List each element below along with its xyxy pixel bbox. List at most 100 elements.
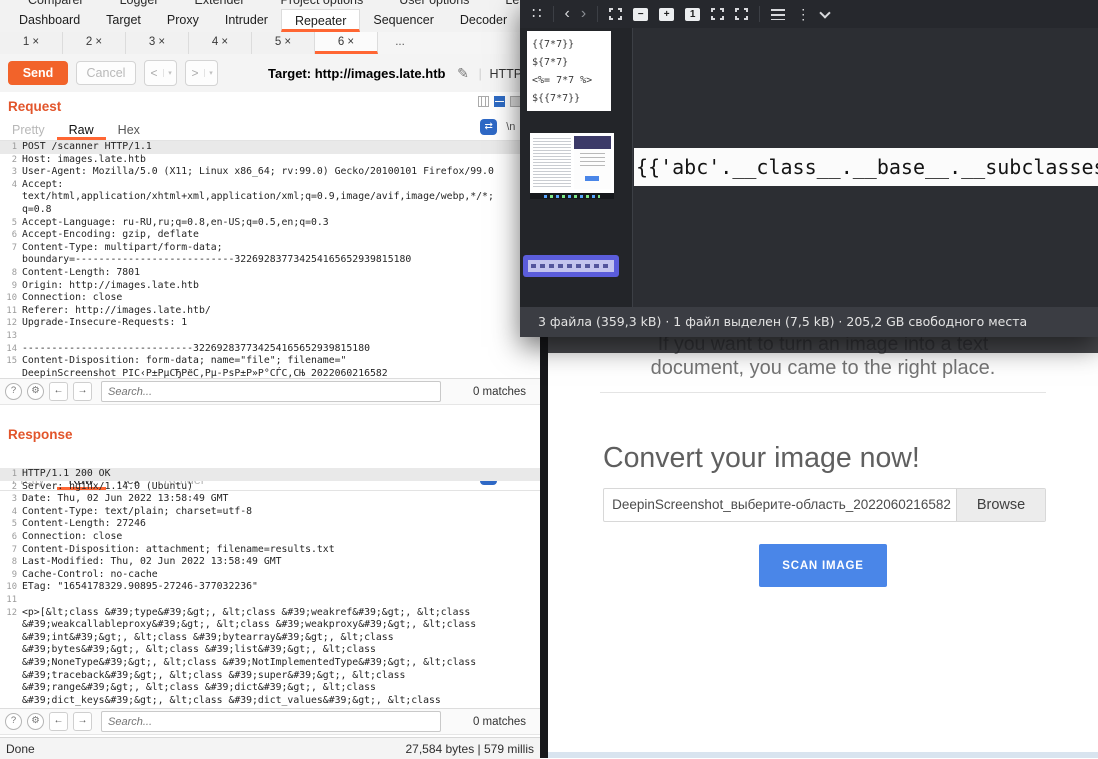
payload-line: ${{7*7}} xyxy=(532,90,611,108)
browse-button[interactable]: Browse xyxy=(956,489,1045,521)
help-icon[interactable]: ? xyxy=(5,383,22,400)
separator xyxy=(597,6,598,22)
code-line: 5Content-Length: 27246 xyxy=(0,518,540,531)
forward-icon[interactable]: › xyxy=(581,7,586,21)
screenshot-thumbnail[interactable] xyxy=(530,133,614,199)
thumbnails-grid-icon[interactable]: ∷ xyxy=(532,7,542,21)
cancel-button[interactable]: Cancel xyxy=(76,61,136,85)
response-editor[interactable]: 1HTTP/1.1 200 OK 2Server: nginx/1.14.0 (… xyxy=(0,468,540,706)
prev-match-icon[interactable]: ← xyxy=(49,712,68,731)
edit-pencil-icon[interactable]: ✎ xyxy=(457,65,469,81)
repeater-tab[interactable]: 4 × xyxy=(189,32,252,54)
pretty-print-icon[interactable]: ⇄ xyxy=(480,119,497,135)
ssti-payload-thumbnail[interactable]: {{7*7}}${7*7}<%= 7*7 %>${{7*7}} xyxy=(527,31,611,111)
thumb-taskbar-icons xyxy=(544,195,600,198)
gear-icon[interactable]: ⚙ xyxy=(27,383,44,400)
code-line: 8Content-Length: 7801 xyxy=(0,267,540,280)
status-done: Done xyxy=(0,742,35,756)
status-bytes-time: 27,584 bytes | 579 millis xyxy=(405,742,540,756)
repeater-tab[interactable]: 5 × xyxy=(252,32,315,54)
thumb-taskbar xyxy=(530,193,614,199)
history-forward-button[interactable]: > ▾ xyxy=(185,60,218,86)
response-panel-title: Response xyxy=(8,426,73,444)
zoom-out-icon[interactable]: − xyxy=(633,8,648,21)
file-input-value: DeepinScreenshot_выберите-область_202206… xyxy=(608,489,955,521)
code-line: 2Host: images.late.htb xyxy=(0,154,540,167)
gear-icon[interactable]: ⚙ xyxy=(27,713,44,730)
code-line: 1POST /scanner HTTP/1.1 xyxy=(0,141,540,154)
file-input[interactable]: DeepinScreenshot_выберите-область_202206… xyxy=(603,488,1046,522)
repeater-tab[interactable]: ... xyxy=(378,32,422,54)
target-label: Target: xyxy=(268,66,311,81)
displayed-image-text: {{'abc'.__class__.__base__.__subclasses_… xyxy=(634,148,1098,186)
burp-main-tab[interactable]: Proxy xyxy=(154,9,212,32)
burp-main-tab[interactable]: Repeater xyxy=(281,9,360,32)
tab-pretty[interactable]: Pretty xyxy=(0,121,57,140)
scan-image-button[interactable]: SCAN IMAGE xyxy=(759,544,887,587)
code-line: 10Connection: close xyxy=(0,292,540,305)
burp-main-tab[interactable]: Intruder xyxy=(212,9,281,32)
burp-module-tab[interactable]: Extender xyxy=(195,0,245,7)
kebab-menu-icon[interactable]: ⋮ xyxy=(796,7,810,21)
repeater-tab[interactable]: 1 × xyxy=(0,32,63,54)
thumbnail-sidebar: {{7*7}}${7*7}<%= 7*7 %>${{7*7}} xyxy=(520,28,633,307)
send-button[interactable]: Send xyxy=(8,61,68,85)
burp-module-tab[interactable]: Logger xyxy=(120,0,159,7)
repeater-tab[interactable]: 6 × xyxy=(315,32,378,54)
thumb-page-text xyxy=(580,153,605,169)
code-line: 6Connection: close xyxy=(0,531,540,544)
code-line: 3User-Agent: Mozilla/5.0 (X11; Linux x86… xyxy=(0,166,540,179)
burp-main-tab[interactable]: Decoder xyxy=(447,9,520,32)
burp-main-tab[interactable]: Sequencer xyxy=(360,9,446,32)
browser-page: If you want to turn an image into a text… xyxy=(540,330,1098,758)
chevron-down-icon[interactable]: ▾ xyxy=(204,69,217,77)
tagline-line2: document, you came to the right place. xyxy=(548,357,1098,380)
zoom-in-icon[interactable]: + xyxy=(659,8,674,21)
layout-rows-icon[interactable] xyxy=(494,96,505,107)
zoom-fit-icon[interactable] xyxy=(609,8,622,20)
code-line: q=0.8 xyxy=(0,204,540,217)
history-back-button[interactable]: < ▾ xyxy=(144,60,177,86)
code-line: 6Accept-Encoding: gzip, deflate xyxy=(0,229,540,242)
repeater-tab[interactable]: 2 × xyxy=(63,32,126,54)
selected-text-image-thumbnail[interactable] xyxy=(523,255,619,277)
burp-main-tab[interactable]: Dashboard xyxy=(6,9,93,32)
repeater-tab[interactable]: 3 × xyxy=(126,32,189,54)
thumb-burp-area xyxy=(533,136,571,189)
payload-line: {{7*7}} xyxy=(532,36,611,54)
thumb-text-marks xyxy=(531,264,609,268)
target-url: http://images.late.htb xyxy=(315,66,446,81)
burp-module-tab[interactable]: User options xyxy=(399,0,469,7)
burp-main-tab[interactable]: Target xyxy=(93,9,154,32)
show-newlines-icon[interactable]: \n xyxy=(506,121,515,133)
list-view-icon[interactable] xyxy=(771,9,785,20)
taskbar-edge-strip xyxy=(548,752,1098,758)
separator: | xyxy=(478,66,481,81)
code-line: text/html,application/xhtml+xml,applicat… xyxy=(0,191,540,204)
next-match-icon[interactable]: → xyxy=(73,712,92,731)
burp-module-tab[interactable]: Project options xyxy=(281,0,364,7)
back-icon[interactable]: ‹ xyxy=(565,7,570,21)
help-icon[interactable]: ? xyxy=(5,713,22,730)
separator xyxy=(759,6,760,22)
response-search-input[interactable] xyxy=(101,711,441,732)
thumb-strip xyxy=(528,260,614,272)
chevron-down-icon[interactable]: ▾ xyxy=(163,69,176,77)
request-editor[interactable]: 1POST /scanner HTTP/1.1 2Host: images.la… xyxy=(0,141,540,378)
tab-raw[interactable]: Raw xyxy=(57,121,106,140)
next-match-icon[interactable]: → xyxy=(73,382,92,401)
zoom-100-icon[interactable]: 1 xyxy=(685,8,700,21)
tab-hex[interactable]: Hex xyxy=(106,121,152,140)
code-line: 10ETag: "1654178329.90895-27246-37703223… xyxy=(0,581,540,594)
code-line: &#39;weakcallableproxy&#39;&gt;, &lt;cla… xyxy=(0,619,540,632)
code-line: 2Server: nginx/1.14.0 (Ubuntu) xyxy=(0,481,540,494)
fullscreen-icon[interactable] xyxy=(735,8,748,20)
request-search-input[interactable] xyxy=(101,381,441,402)
fit-frame-icon[interactable] xyxy=(711,8,724,20)
layout-columns-icon[interactable] xyxy=(478,96,489,107)
prev-match-icon[interactable]: ← xyxy=(49,382,68,401)
chevron-down-icon[interactable] xyxy=(820,7,831,18)
burp-module-tab[interactable]: Comparer xyxy=(28,0,84,7)
code-line: &#39;bytes&#39;&gt;, &lt;class &#39;list… xyxy=(0,644,540,657)
code-line: 5Accept-Language: ru-RU,ru;q=0.8,en-US;q… xyxy=(0,217,540,230)
